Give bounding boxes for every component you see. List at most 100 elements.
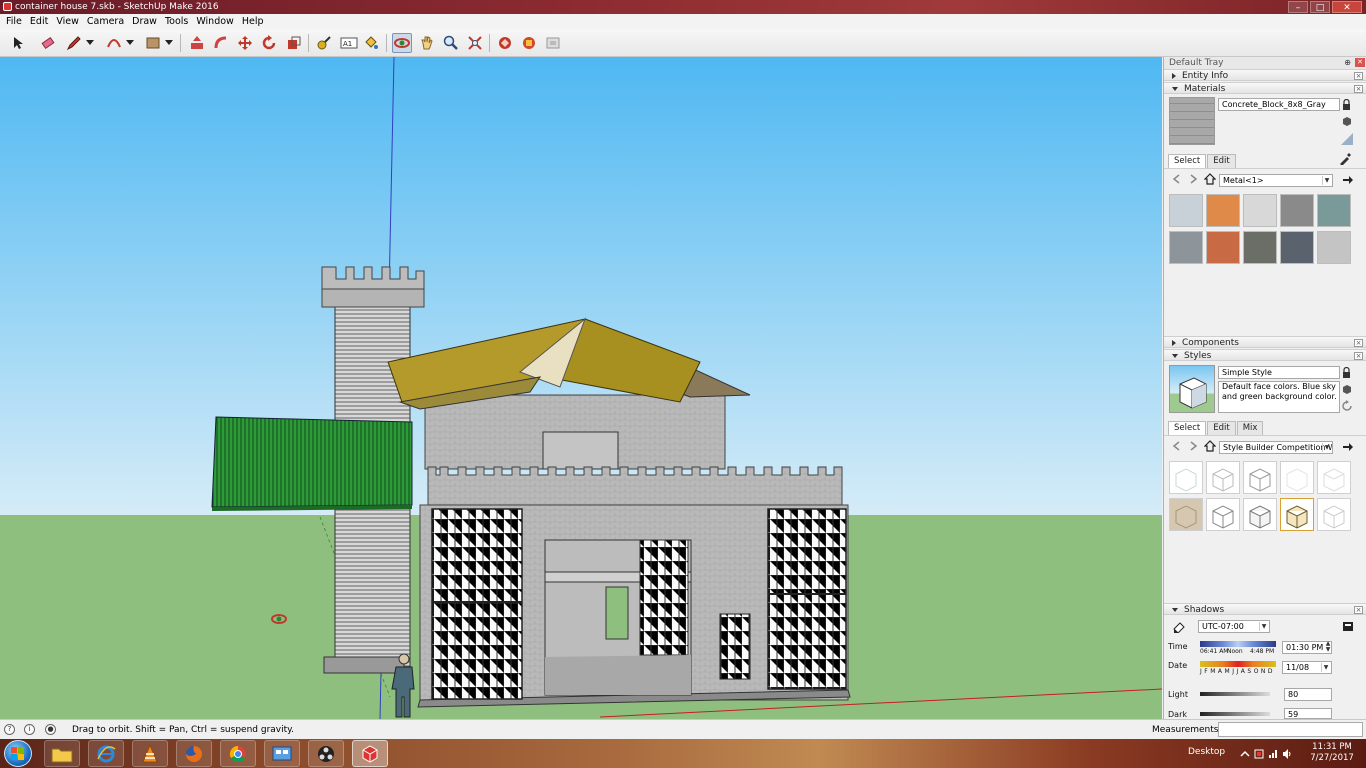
desktop-toolbar-label[interactable]: Desktop bbox=[1188, 747, 1225, 757]
show-shadows-toggle-icon[interactable] bbox=[1172, 621, 1186, 634]
material-swatch[interactable] bbox=[1169, 194, 1203, 227]
material-swatch[interactable] bbox=[1317, 194, 1351, 227]
sample-paint-icon[interactable] bbox=[1341, 133, 1353, 145]
material-swatch[interactable] bbox=[1317, 231, 1351, 264]
layout-icon[interactable] bbox=[543, 33, 563, 53]
chrome-icon[interactable] bbox=[220, 740, 256, 767]
panel-close-icon[interactable]: × bbox=[1354, 85, 1363, 93]
tray-close-icon[interactable]: ✕ bbox=[1355, 58, 1365, 67]
internet-explorer-icon[interactable] bbox=[88, 740, 124, 767]
tab-select[interactable]: Select bbox=[1168, 154, 1207, 168]
menu-edit[interactable]: Edit bbox=[28, 14, 54, 29]
home-icon[interactable] bbox=[1203, 173, 1217, 185]
style-name-field[interactable]: Simple Style bbox=[1218, 366, 1340, 379]
tab-mix[interactable]: Mix bbox=[1236, 421, 1264, 435]
material-library-select[interactable]: Metal<1> ▼ bbox=[1219, 174, 1333, 187]
rectangle-dropdown-icon[interactable] bbox=[163, 33, 175, 53]
push-pull-icon[interactable] bbox=[187, 33, 207, 53]
style-thumbnail[interactable] bbox=[1169, 461, 1203, 494]
forward-arrow-icon[interactable] bbox=[1188, 441, 1198, 451]
pin-icon[interactable]: ⊕ bbox=[1344, 58, 1351, 68]
style-library-select[interactable]: Style Builder Competition Wi ▼ bbox=[1219, 441, 1333, 454]
firefox-icon[interactable] bbox=[176, 740, 212, 767]
control-panel-icon[interactable] bbox=[264, 740, 300, 767]
minimize-button[interactable]: – bbox=[1288, 1, 1308, 13]
back-arrow-icon[interactable] bbox=[1172, 441, 1182, 451]
menu-draw[interactable]: Draw bbox=[130, 14, 163, 29]
details-arrow-icon[interactable] bbox=[1342, 174, 1354, 186]
pencil-dropdown-icon[interactable] bbox=[84, 33, 96, 53]
select-icon[interactable] bbox=[8, 33, 28, 53]
volume-icon[interactable] bbox=[1282, 749, 1292, 759]
tab-edit[interactable]: Edit bbox=[1207, 154, 1236, 168]
tab-edit[interactable]: Edit bbox=[1207, 421, 1236, 435]
shadow-settings-icon[interactable] bbox=[1342, 620, 1354, 632]
panel-close-icon[interactable]: × bbox=[1354, 72, 1363, 80]
file-explorer-icon[interactable] bbox=[44, 740, 80, 767]
style-thumbnail[interactable] bbox=[1206, 498, 1240, 531]
style-thumbnail[interactable] bbox=[1243, 498, 1277, 531]
system-clock[interactable]: 11:31 PM 7/27/2017 bbox=[1304, 742, 1360, 764]
material-name-field[interactable]: Concrete_Block_8x8_Gray bbox=[1218, 98, 1340, 111]
home-icon[interactable] bbox=[1203, 440, 1217, 452]
tape-measure-icon[interactable] bbox=[314, 33, 334, 53]
dark-slider[interactable] bbox=[1200, 712, 1270, 716]
date-slider[interactable] bbox=[1200, 661, 1276, 667]
style-thumbnail[interactable] bbox=[1317, 498, 1351, 531]
menu-window[interactable]: Window bbox=[194, 14, 239, 29]
material-swatch[interactable] bbox=[1206, 231, 1240, 264]
style-thumbnail[interactable] bbox=[1280, 498, 1314, 531]
timezone-select[interactable]: UTC-07:00 ▼ bbox=[1198, 620, 1270, 633]
material-swatch[interactable] bbox=[1280, 231, 1314, 264]
sketchup-icon[interactable] bbox=[352, 740, 388, 767]
date-field[interactable]: 11/08 ▼ bbox=[1282, 661, 1332, 674]
light-slider[interactable] bbox=[1200, 692, 1270, 696]
geo-location-icon[interactable]: ? bbox=[4, 724, 15, 735]
extension-warehouse-icon[interactable] bbox=[519, 33, 539, 53]
dark-field[interactable]: 59 bbox=[1284, 708, 1332, 719]
eraser-icon[interactable] bbox=[38, 33, 58, 53]
pencil-icon[interactable] bbox=[64, 33, 84, 53]
central-opening[interactable] bbox=[544, 539, 692, 696]
material-swatch[interactable] bbox=[1243, 194, 1277, 227]
follow-me-icon[interactable] bbox=[211, 33, 231, 53]
show-hidden-icons-icon[interactable] bbox=[1240, 749, 1250, 759]
measurements-field[interactable] bbox=[1218, 722, 1363, 737]
user-icon[interactable]: ● bbox=[45, 724, 56, 735]
scene-canvas[interactable] bbox=[0, 57, 1162, 719]
style-thumbnail[interactable] bbox=[1243, 461, 1277, 494]
create-style-icon[interactable] bbox=[1341, 383, 1353, 395]
menu-camera[interactable]: Camera bbox=[85, 14, 130, 29]
green-container[interactable] bbox=[211, 416, 413, 511]
credits-icon[interactable]: i bbox=[24, 724, 35, 735]
menu-tools[interactable]: Tools bbox=[163, 14, 194, 29]
network-icon[interactable] bbox=[1268, 749, 1278, 759]
panel-entity-info[interactable]: Entity Info × bbox=[1164, 69, 1366, 81]
lock-icon[interactable] bbox=[1342, 98, 1351, 110]
panel-materials[interactable]: Materials × bbox=[1164, 82, 1366, 94]
menu-view[interactable]: View bbox=[54, 14, 85, 29]
3d-warehouse-icon[interactable] bbox=[495, 33, 515, 53]
panel-shadows[interactable]: Shadows × bbox=[1164, 603, 1366, 615]
material-swatch[interactable] bbox=[1206, 194, 1240, 227]
modeling-viewport[interactable] bbox=[0, 57, 1162, 719]
zoom-extents-icon[interactable] bbox=[465, 33, 485, 53]
orbit-icon[interactable] bbox=[392, 33, 412, 53]
create-material-icon[interactable] bbox=[1341, 115, 1353, 127]
rotate-icon[interactable] bbox=[259, 33, 279, 53]
update-style-icon[interactable] bbox=[1341, 400, 1353, 412]
panel-components[interactable]: Components × bbox=[1164, 336, 1366, 348]
pan-icon[interactable] bbox=[417, 33, 437, 53]
menu-file[interactable]: File bbox=[4, 14, 28, 29]
panel-close-icon[interactable]: × bbox=[1354, 352, 1363, 360]
move-icon[interactable] bbox=[235, 33, 255, 53]
paint-bucket-icon[interactable] bbox=[361, 33, 381, 53]
material-swatch[interactable] bbox=[1243, 231, 1277, 264]
obs-icon[interactable] bbox=[308, 740, 344, 767]
text-icon[interactable]: A1 bbox=[339, 33, 359, 53]
time-spinner-icon[interactable]: ▲ ▼ bbox=[1324, 641, 1332, 654]
maximize-button[interactable]: □ bbox=[1310, 1, 1330, 13]
material-swatch[interactable] bbox=[1169, 231, 1203, 264]
right-glass-wall[interactable] bbox=[767, 508, 847, 690]
panel-close-icon[interactable]: × bbox=[1354, 339, 1363, 347]
